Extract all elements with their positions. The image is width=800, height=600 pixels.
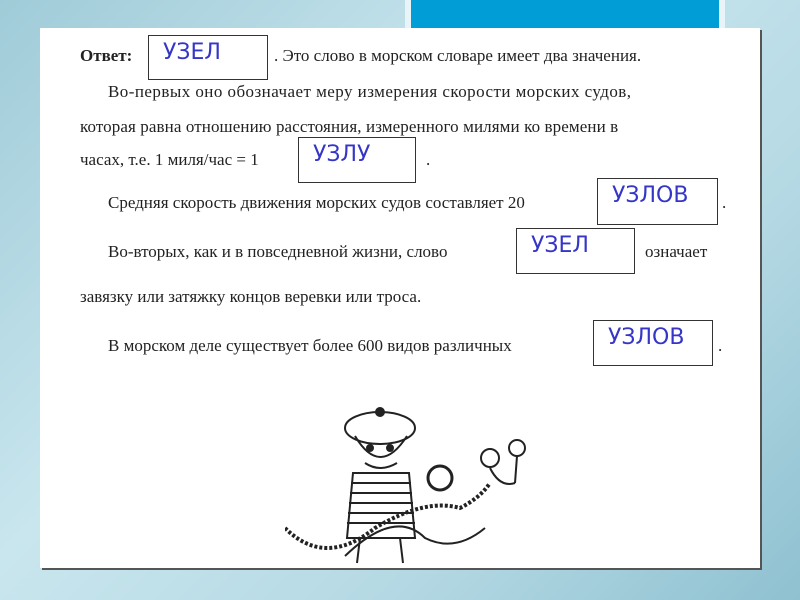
answer-box-1[interactable]: УЗЕЛ: [148, 35, 268, 80]
text-line: Во-вторых, как и в повседневной жизни, с…: [108, 242, 448, 261]
text-line: завязку или затяжку концов веревки или т…: [80, 287, 422, 306]
answer-box-3[interactable]: УЗЛОВ: [597, 178, 718, 225]
text-line: Во-первых оно обозначает меру измерения …: [108, 82, 632, 101]
text-line: часах, т.е. 1 миля/час = 1: [80, 150, 259, 169]
slide-header-bar: [405, 0, 725, 28]
text-line: означает: [645, 242, 708, 261]
answer-box-5[interactable]: УЗЛОВ: [593, 320, 713, 366]
text-line: которая равна отношению расстояния, изме…: [80, 117, 619, 136]
text-line: . Это слово в морском словаре имеет два …: [274, 46, 642, 65]
text-line: Средняя скорость движения морских судов …: [108, 193, 525, 212]
worksheet: Ответ: УЗЕЛ . Это слово в морском словар…: [40, 28, 760, 568]
text-line: .: [426, 150, 431, 169]
text-line: .: [718, 336, 723, 355]
text-line: В морском деле существует более 600 видо…: [108, 336, 512, 355]
text-line: .: [722, 193, 727, 212]
answer-box-4[interactable]: УЗЕЛ: [516, 228, 635, 274]
answer-box-2[interactable]: УЗЛУ: [298, 137, 416, 183]
sailor-with-rope-illustration: [285, 407, 526, 564]
answer-label: Ответ:: [80, 46, 133, 65]
